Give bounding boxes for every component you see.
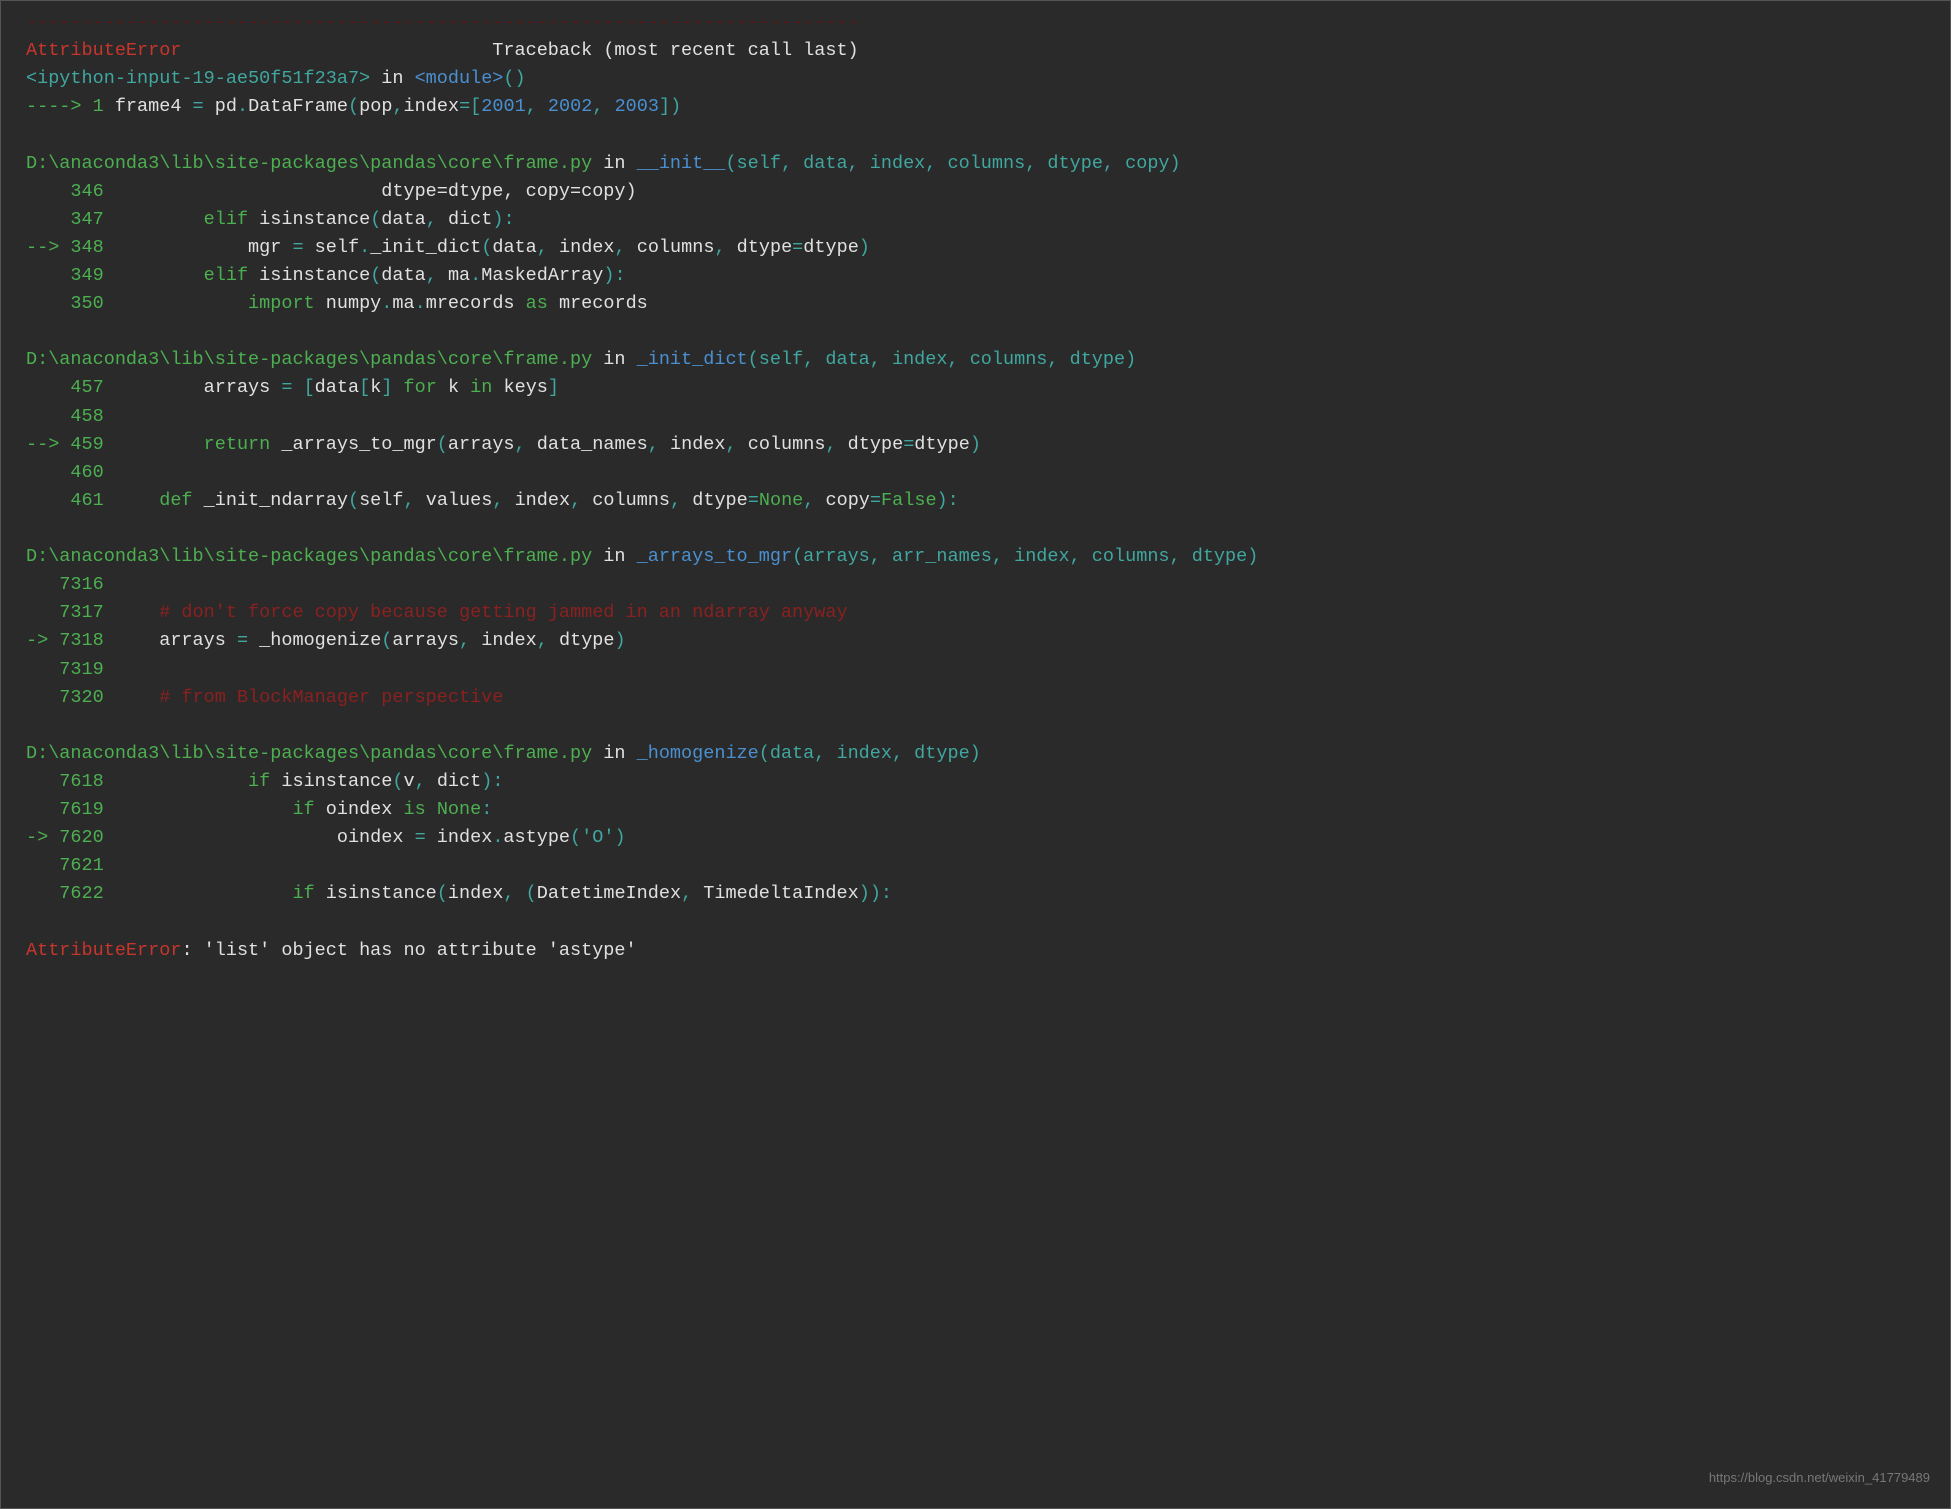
line-number: 461 bbox=[26, 490, 104, 511]
error-name-final: AttributeError bbox=[26, 940, 181, 961]
current-line-arrow: ----> 1 bbox=[26, 96, 115, 117]
current-line-arrow: --> 459 bbox=[26, 434, 104, 455]
error-name: AttributeError bbox=[26, 40, 181, 61]
line-number: 347 bbox=[26, 209, 104, 230]
current-line-arrow: -> 7620 bbox=[26, 827, 104, 848]
source-file: D:\anaconda3\lib\site-packages\pandas\co… bbox=[26, 546, 592, 567]
source-file: D:\anaconda3\lib\site-packages\pandas\co… bbox=[26, 153, 592, 174]
code-comment: # don't force copy because getting jamme… bbox=[104, 602, 848, 623]
line-number: 7618 bbox=[26, 771, 104, 792]
line-number: 349 bbox=[26, 265, 104, 286]
func-name: __init__ bbox=[637, 153, 726, 174]
source-file: D:\anaconda3\lib\site-packages\pandas\co… bbox=[26, 349, 592, 370]
watermark-text: https://blog.csdn.net/weixin_41779489 bbox=[1709, 1468, 1930, 1488]
line-number: 7317 bbox=[26, 602, 104, 623]
line-number: 7621 bbox=[26, 855, 104, 876]
func-name: _homogenize bbox=[637, 743, 759, 764]
func-name: <module> bbox=[415, 68, 504, 89]
traceback-label: Traceback (most recent call last) bbox=[492, 40, 858, 61]
line-number: 7319 bbox=[26, 659, 104, 680]
line-number: 7622 bbox=[26, 883, 104, 904]
code-comment: # from BlockManager perspective bbox=[104, 687, 504, 708]
separator-line: ----------------------------------------… bbox=[26, 12, 859, 33]
func-name: _arrays_to_mgr bbox=[637, 546, 792, 567]
line-number: 7316 bbox=[26, 574, 104, 595]
line-number: 7320 bbox=[26, 687, 104, 708]
line-number: 457 bbox=[26, 377, 104, 398]
traceback-output: ----------------------------------------… bbox=[26, 9, 1925, 965]
line-number: 458 bbox=[26, 406, 104, 427]
current-line-arrow: -> 7318 bbox=[26, 630, 104, 651]
line-number: 460 bbox=[26, 462, 104, 483]
source-file: D:\anaconda3\lib\site-packages\pandas\co… bbox=[26, 743, 592, 764]
error-message: : 'list' object has no attribute 'astype… bbox=[181, 940, 636, 961]
line-number: 350 bbox=[26, 293, 104, 314]
source-file: <ipython-input-19-ae50f51f23a7> bbox=[26, 68, 370, 89]
line-number: 346 bbox=[26, 181, 104, 202]
func-name: _init_dict bbox=[637, 349, 748, 370]
line-number: 7619 bbox=[26, 799, 104, 820]
current-line-arrow: --> 348 bbox=[26, 237, 104, 258]
